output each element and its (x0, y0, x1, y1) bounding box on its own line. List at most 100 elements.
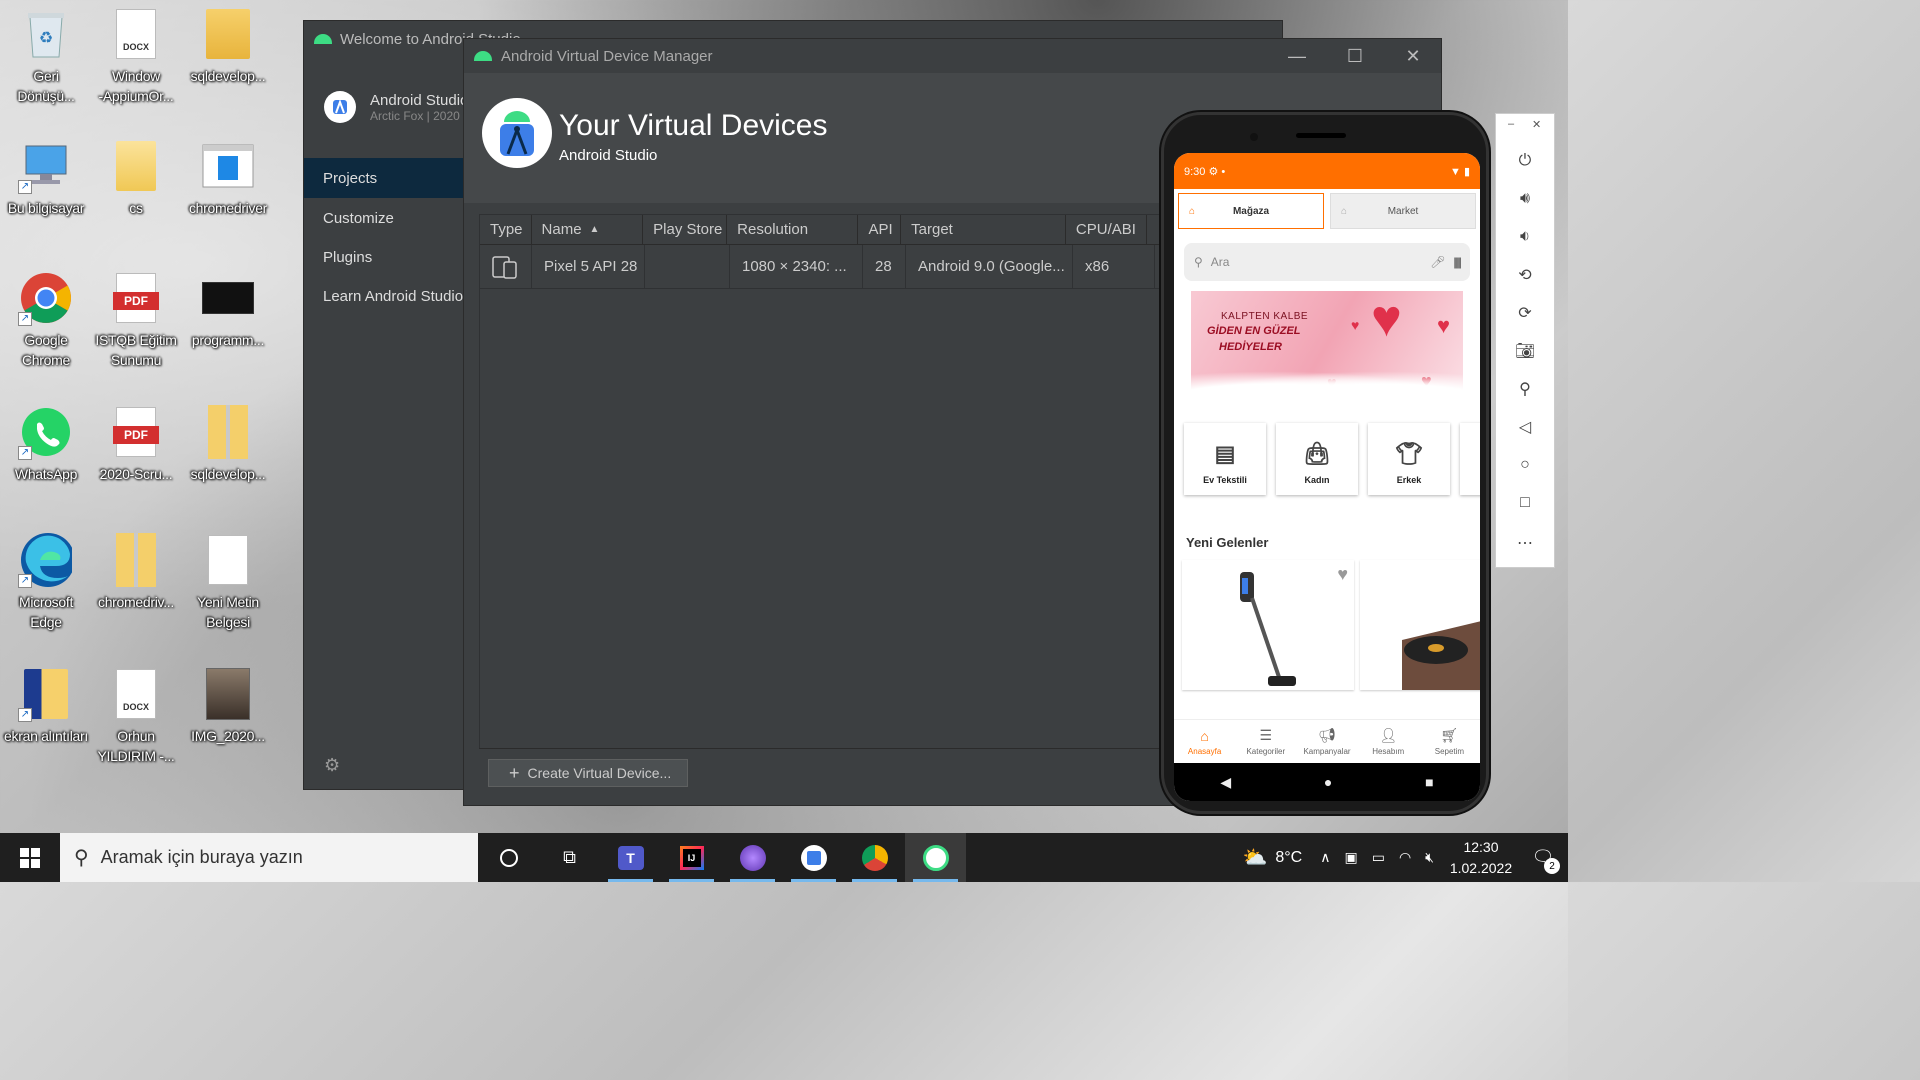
minimize-icon[interactable]: — (1269, 39, 1325, 73)
device-icon[interactable]: ▣ (1344, 849, 1357, 866)
minimize-icon[interactable]: – (1508, 118, 1514, 130)
task-view-icon[interactable]: ⧉ (539, 833, 600, 882)
wifi-icon[interactable]: ◠ (1399, 849, 1411, 866)
appium-icon[interactable] (722, 833, 783, 882)
taskbar-search-box[interactable]: ⚲ Aramak için buraya yazın (60, 833, 478, 882)
desktop-icon-sqldeveloper-1[interactable]: sqldevelop... (182, 8, 274, 86)
phone-screen: 9:30 ⚙ • ▼ ▮ ⌂ Mağaza ⌂ Market ⚲ Ara 🎤︎ … (1174, 153, 1480, 801)
back-icon[interactable]: ◁ (1496, 412, 1554, 442)
category-list: ▤ Ev Tekstili 👜︎ Kadın 👕︎ Erkek (1174, 401, 1480, 495)
back-icon[interactable]: ◀ (1220, 774, 1231, 791)
close-icon[interactable]: ✕ (1385, 39, 1441, 73)
desktop-icon-istqb[interactable]: PDF ISTQB Eğitim Sunumu (90, 272, 182, 370)
nav-kategoriler[interactable]: ☰ Kategoriler (1235, 720, 1296, 763)
category-more[interactable] (1460, 423, 1480, 495)
photo-file-icon (202, 668, 254, 720)
desktop-icon-cs[interactable]: cs (90, 140, 182, 218)
power-icon[interactable]: ⏻ (1496, 146, 1554, 176)
settings-gear-icon: ⚙ (1208, 165, 1219, 178)
settings-gear-icon[interactable]: ⚙ (324, 755, 340, 776)
start-button[interactable] (0, 833, 60, 882)
home-icon: ⌂ (1200, 727, 1209, 744)
rotate-right-icon[interactable]: ⟳ (1496, 298, 1554, 328)
notification-center-icon[interactable]: 🗨︎ 2 (1518, 833, 1568, 882)
volume-down-icon[interactable]: 🔉︎ (1496, 222, 1554, 252)
desktop-icon-whatsapp[interactable]: ↗ WhatsApp (0, 406, 92, 484)
avd-titlebar[interactable]: Android Virtual Device Manager — ☐ ✕ (464, 39, 1441, 73)
desktop-icon-chromedriver[interactable]: chromedriver (182, 140, 274, 218)
maximize-icon[interactable]: ☐ (1327, 39, 1383, 73)
welcome-nav-plugins[interactable]: Plugins (304, 237, 464, 277)
heart-icon: ♥ (1371, 291, 1402, 348)
column-name[interactable]: Name ▲ (532, 215, 644, 244)
more-options-icon[interactable]: ⋯ (1496, 528, 1554, 558)
weather-sun-cloud-icon[interactable]: ⛅ (1242, 845, 1267, 870)
home-circle-icon[interactable]: ○ (1496, 450, 1554, 480)
desktop-icon-google-chrome[interactable]: ↗ Google Chrome (0, 272, 92, 370)
product-card[interactable] (1360, 560, 1480, 690)
nav-hesabim[interactable]: 👤︎ Hesabım (1358, 720, 1419, 763)
create-virtual-device-button[interactable]: + Create Virtual Device... (488, 759, 688, 787)
rotate-left-icon[interactable]: ⟲ (1496, 260, 1554, 290)
android-studio-taskbar-icon[interactable] (783, 833, 844, 882)
nav-kampanyalar[interactable]: 📢︎ Kampanyalar (1296, 720, 1357, 763)
teams-icon[interactable]: T (600, 833, 661, 882)
categories-search-icon: ☰ (1259, 727, 1273, 743)
volume-muted-icon[interactable]: 🔇︎ (1425, 849, 1434, 866)
edge-icon: ↗ (18, 533, 72, 588)
phone-search-bar[interactable]: ⚲ Ara 🎤︎ |||||| (1184, 243, 1470, 281)
tab-market[interactable]: ⌂ Market (1330, 193, 1476, 229)
desktop-icon-this-pc[interactable]: ↗ Bu bilgisayar (0, 140, 92, 218)
welcome-nav-learn[interactable]: Learn Android Studio (304, 276, 464, 316)
home-circle-icon[interactable]: ● (1324, 774, 1332, 790)
zoom-icon[interactable]: ⚲ (1496, 374, 1554, 404)
table-row[interactable]: Pixel 5 API 28 1080 × 2340: ... 28 Andro… (480, 245, 1168, 289)
desktop-icon-sqldeveloper-2[interactable]: sqldevelop... (182, 405, 274, 484)
close-icon[interactable]: ✕ (1532, 118, 1541, 131)
cortana-icon[interactable] (478, 833, 539, 882)
desktop-icon-recycle-bin[interactable]: ♻ Geri Dönüşü... (0, 8, 92, 106)
column-type[interactable]: Type (480, 215, 532, 244)
category-ev-tekstili[interactable]: ▤ Ev Tekstili (1184, 423, 1266, 495)
banner-line-1: KALPTEN KALBE (1221, 311, 1309, 322)
nav-anasayfa[interactable]: ⌂ Anasayfa (1174, 720, 1235, 763)
taskbar-clock[interactable]: 12:30 1.02.2022 (1444, 837, 1518, 879)
desktop-icon-yeni-metin[interactable]: Yeni Metin Belgesi (182, 534, 274, 632)
taskbar-search-placeholder: Aramak için buraya yazın (100, 847, 303, 867)
emulator-taskbar-icon[interactable] (905, 833, 966, 882)
overview-square-icon[interactable]: □ (1496, 488, 1554, 518)
tab-magaza[interactable]: ⌂ Mağaza (1178, 193, 1324, 229)
microphone-icon[interactable]: 🎤︎ (1430, 255, 1445, 269)
desktop-icon-orhun-yildirim[interactable]: DOCX Orhun YILDIRIM -... (90, 668, 182, 766)
volume-up-icon[interactable]: 🔊︎ (1496, 184, 1554, 214)
chevron-up-icon[interactable]: ∧ (1320, 849, 1330, 866)
chrome-canary-icon[interactable] (844, 833, 905, 882)
category-kadin[interactable]: 👜︎ Kadın (1276, 423, 1358, 495)
product-card[interactable]: ♥ (1182, 560, 1354, 690)
desktop-icon-window-appium[interactable]: DOCX Window -AppiumOr... (90, 8, 182, 106)
column-target[interactable]: Target (901, 215, 1066, 244)
weather-temperature[interactable]: 8°C (1275, 849, 1302, 867)
barcode-icon[interactable]: |||||| (1453, 255, 1462, 269)
desktop-icon-scrum-pdf[interactable]: PDF 2020-Scru... (90, 406, 182, 484)
column-api[interactable]: API (858, 215, 902, 244)
nav-sepetim[interactable]: 🛒︎ Sepetim (1419, 720, 1480, 763)
promo-banner[interactable]: KALPTEN KALBE GİDEN EN GÜZEL HEDİYELER ♥… (1191, 291, 1463, 401)
favorite-heart-icon[interactable]: ♥ (1337, 564, 1348, 585)
category-erkek[interactable]: 👕︎ Erkek (1368, 423, 1450, 495)
desktop-icon-programming[interactable]: programm... (182, 272, 274, 350)
screenshot-camera-icon[interactable]: 📷︎ (1496, 336, 1554, 366)
column-cpu-abi[interactable]: CPU/ABI (1066, 215, 1147, 244)
welcome-nav-projects[interactable]: Projects (304, 158, 464, 198)
column-play-store[interactable]: Play Store (643, 215, 728, 244)
desktop-icon-microsoft-edge[interactable]: ↗ Microsoft Edge (0, 533, 92, 632)
recents-icon[interactable]: ■ (1425, 774, 1433, 790)
desktop-icon-ekran-alintilari[interactable]: ↗ ekran alıntıları (0, 668, 92, 746)
intellij-icon[interactable]: IJ (661, 833, 722, 882)
column-resolution[interactable]: Resolution (727, 215, 859, 244)
banner-clouds (1191, 371, 1463, 401)
battery-icon[interactable]: ▭ (1372, 849, 1385, 866)
welcome-nav-customize[interactable]: Customize (304, 198, 464, 238)
desktop-icon-img-2020[interactable]: IMG_2020... (182, 668, 274, 746)
desktop-icon-chromedriver-zip[interactable]: chromedriv... (90, 533, 182, 612)
